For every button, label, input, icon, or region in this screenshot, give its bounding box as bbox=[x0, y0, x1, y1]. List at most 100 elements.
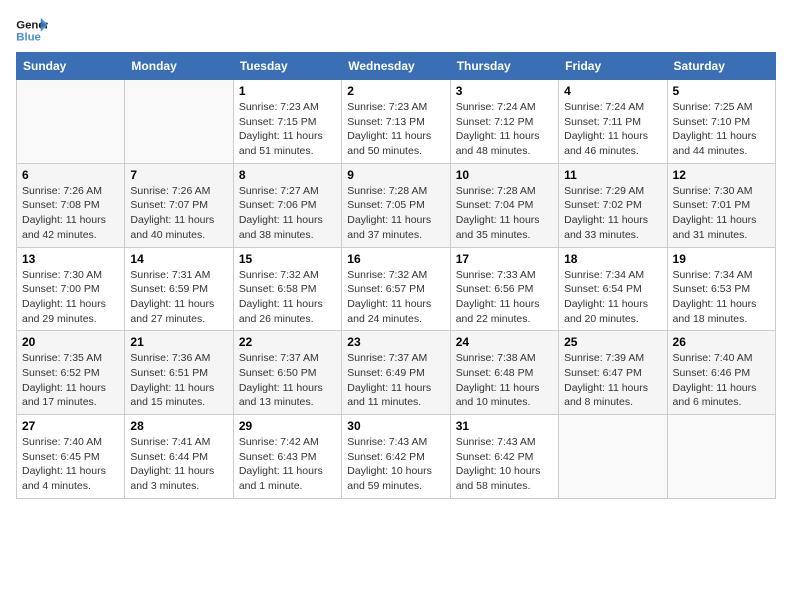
calendar-cell: 7Sunrise: 7:26 AM Sunset: 7:07 PM Daylig… bbox=[125, 163, 233, 247]
day-info: Sunrise: 7:43 AM Sunset: 6:42 PM Dayligh… bbox=[456, 435, 553, 494]
day-info: Sunrise: 7:27 AM Sunset: 7:06 PM Dayligh… bbox=[239, 184, 336, 243]
weekday-header-cell: Friday bbox=[559, 53, 667, 80]
day-number: 27 bbox=[22, 419, 119, 433]
day-info: Sunrise: 7:26 AM Sunset: 7:07 PM Dayligh… bbox=[130, 184, 227, 243]
day-number: 3 bbox=[456, 84, 553, 98]
day-info: Sunrise: 7:40 AM Sunset: 6:45 PM Dayligh… bbox=[22, 435, 119, 494]
day-number: 21 bbox=[130, 335, 227, 349]
logo: General Blue bbox=[16, 16, 48, 44]
weekday-header-cell: Tuesday bbox=[233, 53, 341, 80]
day-number: 16 bbox=[347, 252, 444, 266]
day-number: 26 bbox=[673, 335, 770, 349]
calendar-cell: 29 Sunrise: 7:42 AM Sunset: 6:43 PM Dayli… bbox=[233, 415, 341, 499]
calendar-cell: 16 Sunrise: 7:32 AM Sunset: 6:57 PM Dayli… bbox=[342, 247, 450, 331]
day-number: 4 bbox=[564, 84, 661, 98]
day-number: 29 bbox=[239, 419, 336, 433]
calendar-cell: 10 Sunrise: 7:28 AM Sunset: 7:04 PM Dayli… bbox=[450, 163, 558, 247]
calendar-cell: 13Sunrise: 7:30 AM Sunset: 7:00 PM Dayli… bbox=[17, 247, 125, 331]
weekday-header-row: SundayMondayTuesdayWednesdayThursdayFrid… bbox=[17, 53, 776, 80]
calendar-week-row: 1 Sunrise: 7:23 AM Sunset: 7:15 PM Daylig… bbox=[17, 80, 776, 164]
calendar-body: 1 Sunrise: 7:23 AM Sunset: 7:15 PM Daylig… bbox=[17, 80, 776, 499]
calendar-cell: 24 Sunrise: 7:38 AM Sunset: 6:48 PM Dayli… bbox=[450, 331, 558, 415]
calendar-cell: 1 Sunrise: 7:23 AM Sunset: 7:15 PM Daylig… bbox=[233, 80, 341, 164]
day-number: 6 bbox=[22, 168, 119, 182]
day-number: 8 bbox=[239, 168, 336, 182]
calendar-cell: 25 Sunrise: 7:39 AM Sunset: 6:47 PM Dayli… bbox=[559, 331, 667, 415]
calendar-cell: 15 Sunrise: 7:32 AM Sunset: 6:58 PM Dayli… bbox=[233, 247, 341, 331]
calendar-cell: 31 Sunrise: 7:43 AM Sunset: 6:42 PM Dayli… bbox=[450, 415, 558, 499]
day-number: 23 bbox=[347, 335, 444, 349]
calendar-table: SundayMondayTuesdayWednesdayThursdayFrid… bbox=[16, 52, 776, 499]
day-info: Sunrise: 7:39 AM Sunset: 6:47 PM Dayligh… bbox=[564, 351, 661, 410]
calendar-cell: 23 Sunrise: 7:37 AM Sunset: 6:49 PM Dayli… bbox=[342, 331, 450, 415]
day-info: Sunrise: 7:42 AM Sunset: 6:43 PM Dayligh… bbox=[239, 435, 336, 494]
svg-text:Blue: Blue bbox=[16, 32, 41, 44]
calendar-cell: 8 Sunrise: 7:27 AM Sunset: 7:06 PM Daylig… bbox=[233, 163, 341, 247]
weekday-header-cell: Monday bbox=[125, 53, 233, 80]
day-number: 31 bbox=[456, 419, 553, 433]
day-info: Sunrise: 7:30 AM Sunset: 7:01 PM Dayligh… bbox=[673, 184, 770, 243]
weekday-header-cell: Saturday bbox=[667, 53, 775, 80]
calendar-cell: 3 Sunrise: 7:24 AM Sunset: 7:12 PM Daylig… bbox=[450, 80, 558, 164]
calendar-cell: 22 Sunrise: 7:37 AM Sunset: 6:50 PM Dayli… bbox=[233, 331, 341, 415]
calendar-cell: 6 Sunrise: 7:26 AM Sunset: 7:08 PM Daylig… bbox=[17, 163, 125, 247]
day-info: Sunrise: 7:23 AM Sunset: 7:15 PM Dayligh… bbox=[239, 100, 336, 159]
day-info: Sunrise: 7:26 AM Sunset: 7:08 PM Dayligh… bbox=[22, 184, 119, 243]
day-info: Sunrise: 7:24 AM Sunset: 7:12 PM Dayligh… bbox=[456, 100, 553, 159]
calendar-cell: 18 Sunrise: 7:34 AM Sunset: 6:54 PM Dayli… bbox=[559, 247, 667, 331]
day-number: 24 bbox=[456, 335, 553, 349]
header: General Blue bbox=[16, 16, 776, 44]
day-info: Sunrise: 7:43 AM Sunset: 6:42 PM Dayligh… bbox=[347, 435, 444, 494]
day-number: 18 bbox=[564, 252, 661, 266]
calendar-cell: 20Sunrise: 7:35 AM Sunset: 6:52 PM Dayli… bbox=[17, 331, 125, 415]
day-info: Sunrise: 7:30 AM Sunset: 7:00 PM Dayligh… bbox=[22, 268, 119, 327]
day-number: 30 bbox=[347, 419, 444, 433]
day-info: Sunrise: 7:32 AM Sunset: 6:57 PM Dayligh… bbox=[347, 268, 444, 327]
calendar-cell bbox=[559, 415, 667, 499]
calendar-cell: 14 Sunrise: 7:31 AM Sunset: 6:59 PM Dayli… bbox=[125, 247, 233, 331]
calendar-cell bbox=[667, 415, 775, 499]
calendar-cell bbox=[17, 80, 125, 164]
day-info: Sunrise: 7:32 AM Sunset: 6:58 PM Dayligh… bbox=[239, 268, 336, 327]
day-info: Sunrise: 7:23 AM Sunset: 7:13 PM Dayligh… bbox=[347, 100, 444, 159]
calendar-week-row: 6 Sunrise: 7:26 AM Sunset: 7:08 PM Daylig… bbox=[17, 163, 776, 247]
day-number: 10 bbox=[456, 168, 553, 182]
weekday-header-cell: Sunday bbox=[17, 53, 125, 80]
calendar-cell: 5Sunrise: 7:25 AM Sunset: 7:10 PM Daylig… bbox=[667, 80, 775, 164]
weekday-header-cell: Wednesday bbox=[342, 53, 450, 80]
day-number: 19 bbox=[673, 252, 770, 266]
calendar-cell: 11 Sunrise: 7:29 AM Sunset: 7:02 PM Dayli… bbox=[559, 163, 667, 247]
weekday-header-cell: Thursday bbox=[450, 53, 558, 80]
day-number: 25 bbox=[564, 335, 661, 349]
calendar-cell: 28Sunrise: 7:41 AM Sunset: 6:44 PM Dayli… bbox=[125, 415, 233, 499]
day-number: 11 bbox=[564, 168, 661, 182]
calendar-cell: 21Sunrise: 7:36 AM Sunset: 6:51 PM Dayli… bbox=[125, 331, 233, 415]
day-info: Sunrise: 7:41 AM Sunset: 6:44 PM Dayligh… bbox=[130, 435, 227, 494]
day-info: Sunrise: 7:34 AM Sunset: 6:54 PM Dayligh… bbox=[564, 268, 661, 327]
day-info: Sunrise: 7:31 AM Sunset: 6:59 PM Dayligh… bbox=[130, 268, 227, 327]
day-number: 9 bbox=[347, 168, 444, 182]
day-info: Sunrise: 7:38 AM Sunset: 6:48 PM Dayligh… bbox=[456, 351, 553, 410]
day-number: 17 bbox=[456, 252, 553, 266]
day-number: 15 bbox=[239, 252, 336, 266]
calendar-week-row: 27 Sunrise: 7:40 AM Sunset: 6:45 PM Dayli… bbox=[17, 415, 776, 499]
logo-icon: General Blue bbox=[16, 16, 48, 44]
day-info: Sunrise: 7:24 AM Sunset: 7:11 PM Dayligh… bbox=[564, 100, 661, 159]
day-number: 1 bbox=[239, 84, 336, 98]
day-number: 2 bbox=[347, 84, 444, 98]
day-info: Sunrise: 7:34 AM Sunset: 6:53 PM Dayligh… bbox=[673, 268, 770, 327]
day-info: Sunrise: 7:29 AM Sunset: 7:02 PM Dayligh… bbox=[564, 184, 661, 243]
day-info: Sunrise: 7:37 AM Sunset: 6:50 PM Dayligh… bbox=[239, 351, 336, 410]
calendar-week-row: 13Sunrise: 7:30 AM Sunset: 7:00 PM Dayli… bbox=[17, 247, 776, 331]
day-info: Sunrise: 7:37 AM Sunset: 6:49 PM Dayligh… bbox=[347, 351, 444, 410]
calendar-week-row: 20Sunrise: 7:35 AM Sunset: 6:52 PM Dayli… bbox=[17, 331, 776, 415]
day-info: Sunrise: 7:28 AM Sunset: 7:04 PM Dayligh… bbox=[456, 184, 553, 243]
calendar-cell: 9 Sunrise: 7:28 AM Sunset: 7:05 PM Daylig… bbox=[342, 163, 450, 247]
day-number: 22 bbox=[239, 335, 336, 349]
calendar-cell: 27 Sunrise: 7:40 AM Sunset: 6:45 PM Dayli… bbox=[17, 415, 125, 499]
day-info: Sunrise: 7:28 AM Sunset: 7:05 PM Dayligh… bbox=[347, 184, 444, 243]
day-info: Sunrise: 7:25 AM Sunset: 7:10 PM Dayligh… bbox=[673, 100, 770, 159]
calendar-cell: 12Sunrise: 7:30 AM Sunset: 7:01 PM Dayli… bbox=[667, 163, 775, 247]
day-number: 14 bbox=[130, 252, 227, 266]
day-number: 20 bbox=[22, 335, 119, 349]
